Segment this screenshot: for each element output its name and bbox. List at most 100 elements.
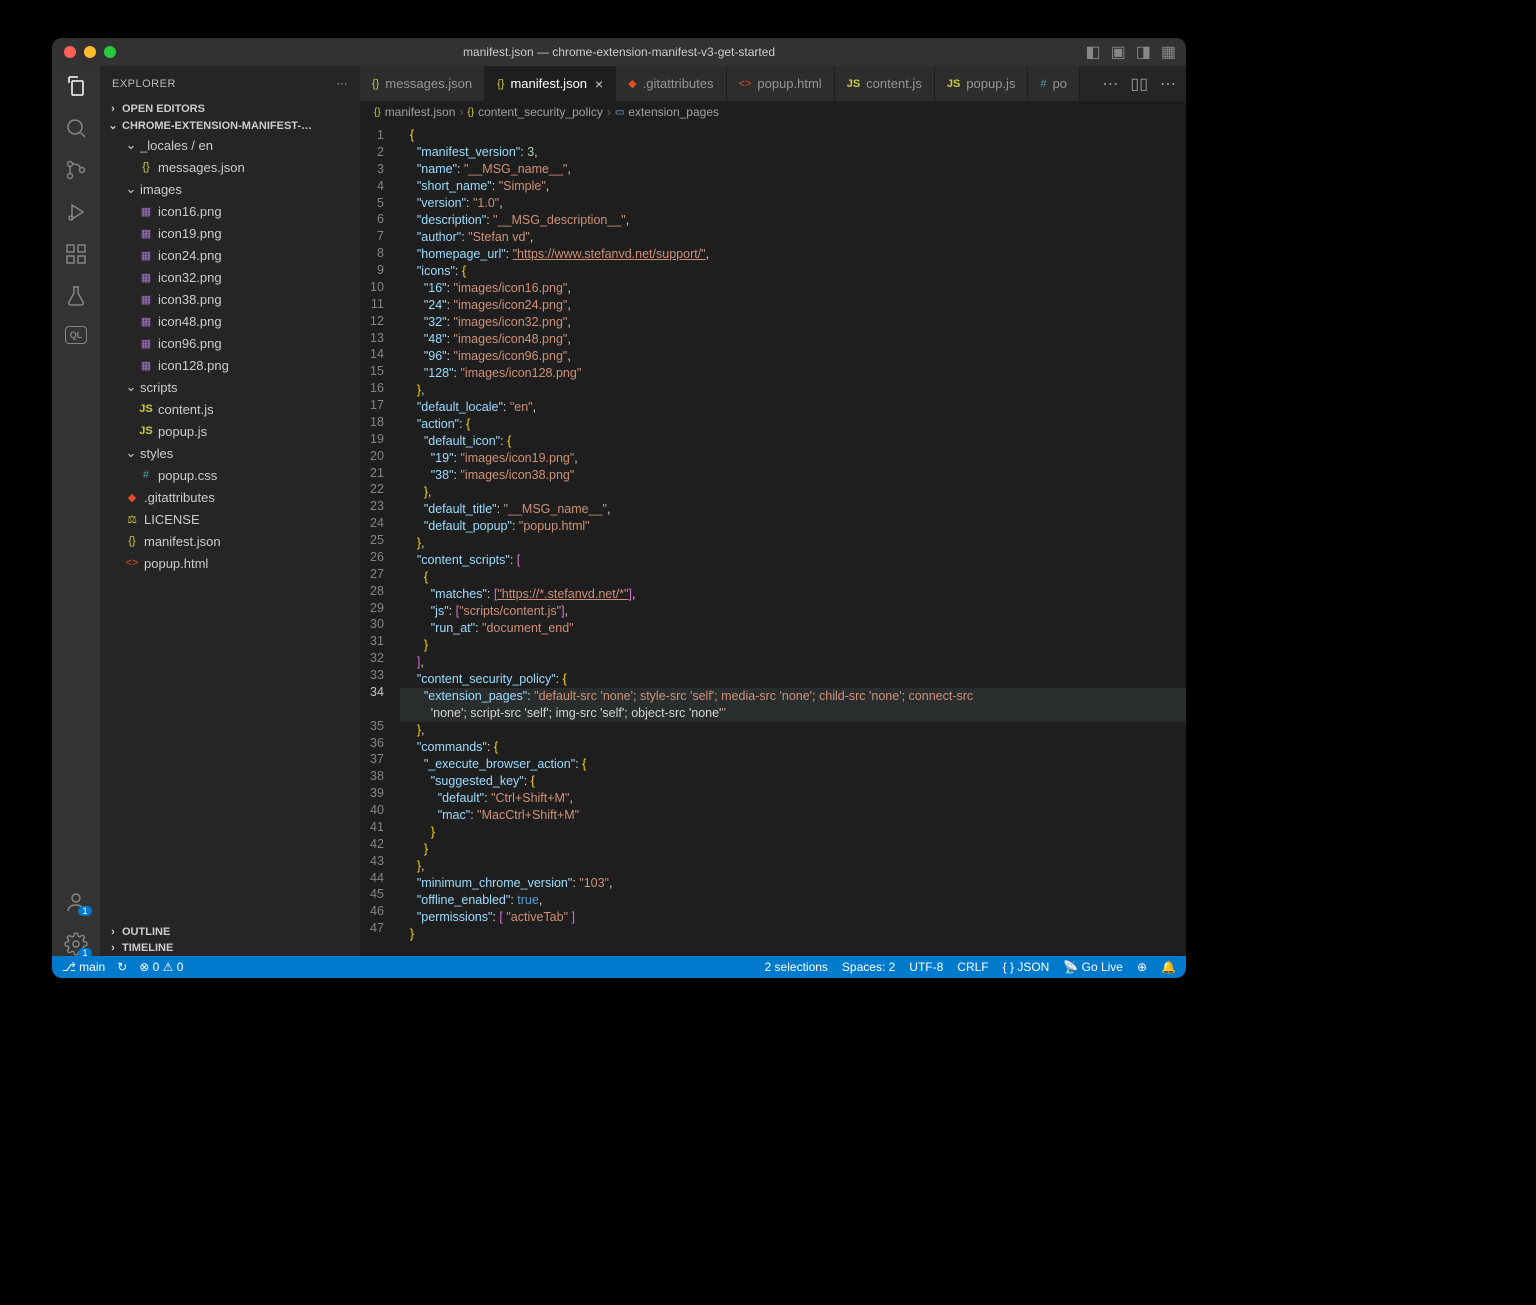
git-branch[interactable]: ⎇ main [62, 960, 105, 974]
status-bar: ⎇ main ↻ ⊗ 0 ⚠ 0 2 selections Spaces: 2 … [52, 956, 1186, 978]
file-type-icon: # [138, 467, 154, 483]
file-item[interactable]: ▦icon96.png [100, 332, 360, 354]
source-control-icon[interactable] [64, 158, 88, 182]
indentation[interactable]: Spaces: 2 [842, 960, 895, 974]
editor-tab[interactable]: {}manifest.json× [485, 66, 616, 101]
file-type-icon: {} [497, 78, 504, 90]
sync-icon[interactable]: ↻ [117, 960, 127, 974]
breadcrumb[interactable]: {} manifest.json › {} content_security_p… [360, 101, 1186, 123]
file-type-icon: ▦ [138, 225, 154, 241]
close-tab-icon[interactable]: × [595, 76, 603, 92]
file-item[interactable]: {}messages.json [100, 156, 360, 178]
main-area: QL 1 1 EXPLORER ⋯ ›OPEN EDITORS ⌄CHROME-… [52, 66, 1186, 956]
editor-tab[interactable]: {}messages.json [360, 66, 485, 101]
file-type-icon: ▦ [138, 203, 154, 219]
minimize-window-button[interactable] [84, 46, 96, 58]
chevron-right-icon: › [459, 105, 463, 119]
file-item[interactable]: ▦icon38.png [100, 288, 360, 310]
maximize-window-button[interactable] [104, 46, 116, 58]
split-editor-icon[interactable]: ▯▯ [1130, 74, 1148, 94]
language-mode[interactable]: { } JSON [1003, 960, 1050, 974]
more-tabs-icon[interactable]: ⋯ [1102, 74, 1118, 94]
file-type-icon: JS [847, 78, 860, 90]
file-item[interactable]: ⚖LICENSE [100, 508, 360, 530]
code-body[interactable]: { "manifest_version": 3, "name": "__MSG_… [400, 123, 1186, 956]
accounts-icon[interactable]: 1 [64, 890, 88, 914]
explorer-more-icon[interactable]: ⋯ [337, 77, 349, 90]
chevron-down-icon: ⌄ [124, 445, 138, 461]
codeql-icon[interactable]: QL [65, 326, 87, 344]
traffic-lights [64, 46, 116, 58]
titlebar: manifest.json — chrome-extension-manifes… [52, 38, 1186, 66]
timeline-section[interactable]: ›TIMELINE [100, 940, 360, 956]
breadcrumb-item[interactable]: manifest.json [385, 105, 456, 119]
file-item[interactable]: ◆.gitattributes [100, 486, 360, 508]
file-item[interactable]: ▦icon32.png [100, 266, 360, 288]
eol[interactable]: CRLF [957, 960, 988, 974]
settings-gear-icon[interactable]: 1 [64, 932, 88, 956]
layout-panel-icon[interactable]: ▣ [1111, 42, 1126, 62]
testing-icon[interactable] [64, 284, 88, 308]
editor-tab[interactable]: ◆.gitattributes [616, 66, 726, 101]
search-icon[interactable] [64, 116, 88, 140]
open-editors-section[interactable]: ›OPEN EDITORS [100, 101, 360, 117]
explorer-title: EXPLORER [112, 78, 176, 90]
layout-sidebar-right-icon[interactable]: ◨ [1136, 42, 1151, 62]
file-item[interactable]: <>popup.html [100, 552, 360, 574]
file-item[interactable]: #popup.css [100, 464, 360, 486]
layout-sidebar-left-icon[interactable]: ◧ [1086, 42, 1101, 62]
file-item[interactable]: ▦icon128.png [100, 354, 360, 376]
breadcrumb-item[interactable]: extension_pages [628, 105, 719, 119]
run-debug-icon[interactable] [64, 200, 88, 224]
window-title: manifest.json — chrome-extension-manifes… [463, 45, 775, 59]
selection-count[interactable]: 2 selections [765, 960, 828, 974]
feedback-icon[interactable]: ⊕ [1137, 960, 1147, 974]
file-item[interactable]: ▦icon48.png [100, 310, 360, 332]
explorer-icon[interactable] [64, 74, 88, 98]
extensions-icon[interactable] [64, 242, 88, 266]
editor-tab[interactable]: #po [1028, 66, 1080, 101]
editor-tab[interactable]: JScontent.js [835, 66, 935, 101]
file-type-icon: ▦ [138, 247, 154, 263]
json-icon: {} [467, 107, 474, 118]
file-type-icon: JS [138, 423, 154, 439]
file-type-icon: {} [372, 78, 379, 90]
notifications-icon[interactable]: 🔔 [1161, 960, 1176, 974]
chevron-right-icon: › [607, 105, 611, 119]
outline-section[interactable]: ›OUTLINE [100, 924, 360, 940]
project-section[interactable]: ⌄CHROME-EXTENSION-MANIFEST-… [100, 117, 360, 134]
file-type-icon: ▦ [138, 335, 154, 351]
chevron-down-icon: ⌄ [124, 379, 138, 395]
chevron-down-icon: ⌄ [124, 181, 138, 197]
folder-item[interactable]: ⌄images [100, 178, 360, 200]
encoding[interactable]: UTF-8 [909, 960, 943, 974]
layout-customize-icon[interactable]: ▦ [1161, 42, 1176, 62]
file-item[interactable]: JSpopup.js [100, 420, 360, 442]
file-item[interactable]: JScontent.js [100, 398, 360, 420]
file-type-icon: <> [739, 78, 752, 90]
sidebar-header: EXPLORER ⋯ [100, 66, 360, 101]
breadcrumb-item[interactable]: content_security_policy [478, 105, 603, 119]
editor-tab[interactable]: JSpopup.js [935, 66, 1029, 101]
more-actions-icon[interactable]: ⋯ [1160, 74, 1176, 94]
problems[interactable]: ⊗ 0 ⚠ 0 [139, 960, 183, 974]
file-item[interactable]: ▦icon24.png [100, 244, 360, 266]
folder-item[interactable]: ⌄scripts [100, 376, 360, 398]
code-editor[interactable]: 1234567891011121314151617181920212223242… [360, 123, 1186, 956]
titlebar-actions: ◧ ▣ ◨ ▦ [1086, 42, 1177, 62]
activity-bar: QL 1 1 [52, 66, 100, 956]
file-item[interactable]: {}manifest.json [100, 530, 360, 552]
folder-item[interactable]: ⌄_locales / en [100, 134, 360, 156]
folder-item[interactable]: ⌄styles [100, 442, 360, 464]
settings-badge: 1 [78, 948, 92, 956]
file-item[interactable]: ▦icon16.png [100, 200, 360, 222]
file-type-icon: JS [138, 401, 154, 417]
editor-tab[interactable]: <>popup.html [727, 66, 835, 101]
chevron-right-icon: › [106, 942, 120, 954]
chevron-down-icon: ⌄ [106, 119, 120, 132]
file-type-icon: {} [138, 159, 154, 175]
go-live[interactable]: 📡 Go Live [1063, 960, 1123, 974]
file-item[interactable]: ▦icon19.png [100, 222, 360, 244]
file-type-icon: ▦ [138, 313, 154, 329]
close-window-button[interactable] [64, 46, 76, 58]
